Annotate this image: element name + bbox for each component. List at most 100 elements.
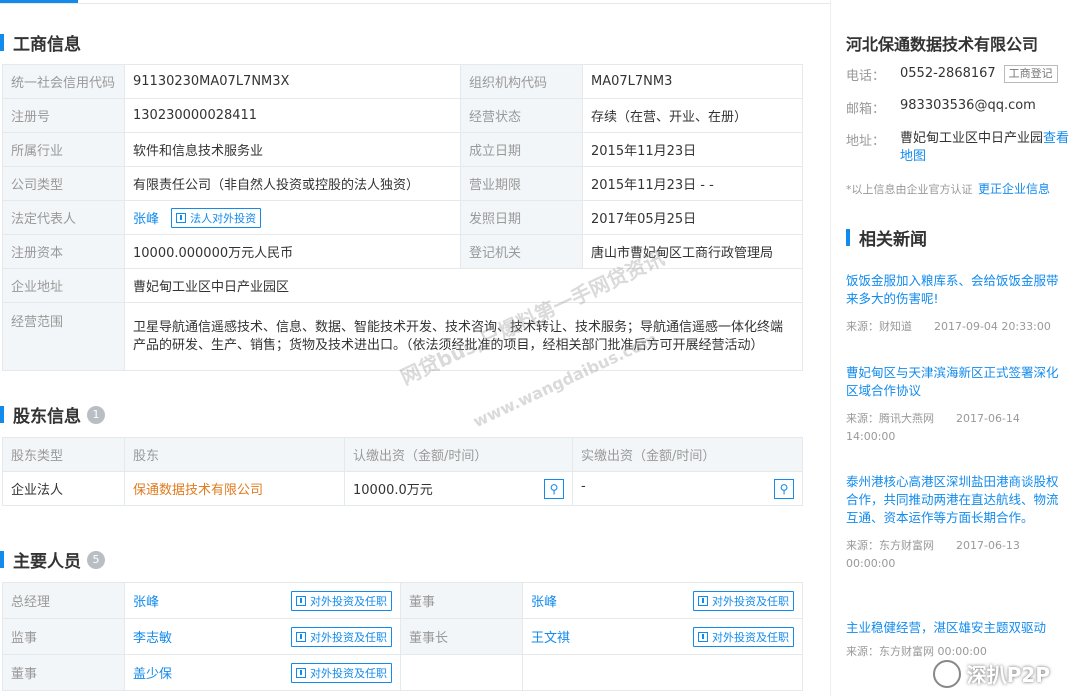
news-item: 曹妃甸区与天津滨海新区正式签署深化区域合作协议 来源：腾讯大燕网 2017-06…	[846, 364, 1061, 446]
shareholder-title: 股东信息 1	[0, 402, 105, 427]
company-sidebar: 河北保通数据技术有限公司 电话： 0552-2868167 工商登记 邮箱： 98…	[830, 0, 1080, 696]
capital-value: 10000.000000万元人民币	[124, 234, 461, 269]
invest-role-button[interactable]: 对外投资及任职	[291, 662, 392, 683]
credit-code-label: 统一社会信用代码	[2, 64, 125, 99]
phone-source-tag: 工商登记	[1003, 65, 1058, 83]
reg-no-label: 注册号	[2, 98, 125, 133]
table-row: 公司类型 有限责任公司（非自然人投资或控股的法人独资） 营业期限 2015年11…	[2, 166, 803, 201]
staff-name-link[interactable]: 张峰	[133, 595, 159, 610]
address-label: 企业地址	[2, 268, 125, 303]
scope-value: 卫星导航通信遥感技术、信息、数据、智能技术开发、技术咨询、技术转让、技术服务；导…	[124, 302, 803, 371]
shareholder-name-link[interactable]: 保通数据技术有限公司	[133, 483, 263, 498]
table-row: 企业法人 保通数据技术有限公司 10000.0万元 ⚲ - ⚲	[2, 471, 803, 506]
subscribed-cell: 10000.0万元 ⚲	[344, 471, 573, 506]
table-row: 统一社会信用代码 91130230MA07L7NM3X 组织机构代码 MA07L…	[2, 64, 803, 99]
news-title: 相关新闻	[846, 225, 927, 250]
biz-info-table: 统一社会信用代码 91130230MA07L7NM3X 组织机构代码 MA07L…	[2, 64, 803, 371]
credit-code-value: 91130230MA07L7NM3X	[124, 64, 461, 99]
news-meta: 来源：腾讯大燕网 2017-06-14 14:00:00	[846, 412, 1020, 443]
staff-name-link[interactable]: 李志敏	[133, 631, 172, 646]
shareholder-count-badge: 1	[87, 405, 105, 424]
org-code-label: 组织机构代码	[460, 64, 583, 99]
table-row: 所属行业 软件和信息技术服务业 成立日期 2015年11月23日	[2, 132, 803, 167]
phone-row: 电话： 0552-2868167 工商登记	[846, 65, 1071, 84]
news-link[interactable]: 饭饭金服加入粮库系、会给饭饭金服带来多大的伤害呢!	[846, 272, 1061, 308]
legal-rep-invest-button[interactable]: 法人对外投资	[171, 207, 262, 228]
search-icon[interactable]: ⚲	[544, 478, 564, 499]
staff-role: 总经理	[2, 582, 125, 619]
news-link[interactable]: 主业稳健经营，湛区雄安主题双驱动	[846, 619, 1061, 637]
empty-cell	[522, 654, 803, 691]
paid-cell: - ⚲	[572, 471, 803, 506]
address-value: 曹妃甸工业区中日产业园查看地图	[900, 131, 1070, 164]
table-row: 总经理 张峰 对外投资及任职 董事 张峰 对外投资及任职	[2, 582, 803, 619]
address-row: 地址： 曹妃甸工业区中日产业园查看地图	[846, 131, 1070, 164]
staff-table: 总经理 张峰 对外投资及任职 董事 张峰 对外投资及任职 监事 李志敏 对外投资及任职…	[2, 582, 803, 691]
col-header: 股东	[124, 437, 345, 472]
industry-label: 所属行业	[2, 132, 125, 167]
staff-count-badge: 5	[87, 550, 105, 569]
shareholder-name-cell: 保通数据技术有限公司	[124, 471, 345, 506]
staff-person-cell: 李志敏 对外投资及任职	[124, 618, 401, 655]
news-link[interactable]: 泰州港核心高港区深圳盐田港商谈股权合作，共同推动两港在直达航线、物流互通、资本运…	[846, 473, 1061, 527]
table-row: 监事 李志敏 对外投资及任职 董事长 王文祺 对外投资及任职	[2, 618, 803, 655]
news-link[interactable]: 曹妃甸区与天津滨海新区正式签署深化区域合作协议	[846, 364, 1061, 400]
invest-role-button[interactable]: 对外投资及任职	[291, 590, 392, 611]
industry-value: 软件和信息技术服务业	[124, 132, 461, 167]
staff-name-link[interactable]: 王文祺	[531, 631, 570, 646]
news-item: 主业稳健经营，湛区雄安主题双驱动 来源：东方财富网 00:00:00	[846, 619, 1061, 661]
email-row: 邮箱： 983303536@qq.com	[846, 98, 1036, 117]
staff-role: 董事	[2, 654, 125, 691]
staff-person-cell: 张峰 对外投资及任职	[124, 582, 401, 619]
reg-no-value: 130230000028411	[124, 98, 461, 133]
title-bar	[0, 406, 4, 423]
status-label: 经营状态	[460, 98, 583, 133]
search-icon[interactable]: ⚲	[774, 478, 794, 499]
staff-name-link[interactable]: 张峰	[531, 595, 557, 610]
title-bar	[0, 551, 4, 568]
table-row: 注册号 130230000028411 经营状态 存续（在营、开业、在册）	[2, 98, 803, 133]
table-row: 注册资本 10000.000000万元人民币 登记机关 唐山市曹妃甸区工商行政管…	[2, 234, 803, 269]
license-date-label: 发照日期	[460, 200, 583, 235]
news-meta: 来源：财知道 2017-09-04 20:33:00	[846, 320, 1051, 333]
wechat-icon	[932, 659, 961, 688]
invest-icon	[296, 667, 306, 678]
staff-role: 董事长	[400, 618, 523, 655]
email-link[interactable]: 983303536@qq.com	[900, 98, 1036, 113]
address-value: 曹妃甸工业区中日产业园区	[124, 268, 803, 303]
invest-icon	[698, 631, 708, 642]
scope-label: 经营范围	[2, 302, 125, 371]
news-item: 泰州港核心高港区深圳盐田港商谈股权合作，共同推动两港在直达航线、物流互通、资本运…	[846, 473, 1061, 573]
legal-rep-link[interactable]: 张峰	[133, 212, 159, 227]
table-row: 企业地址 曹妃甸工业区中日产业园区	[2, 268, 803, 303]
authority-label: 登记机关	[460, 234, 583, 269]
verify-note: *以上信息由企业官方认证 更正企业信息	[846, 182, 1051, 196]
org-code-value: MA07L7NM3	[582, 64, 803, 99]
biz-info-title: 工商信息	[0, 30, 81, 55]
invest-icon	[176, 212, 187, 223]
company-type-value: 有限责任公司（非自然人投资或控股的法人独资）	[124, 166, 461, 201]
term-label: 营业期限	[460, 166, 583, 201]
authority-value: 唐山市曹妃甸区工商行政管理局	[582, 234, 803, 269]
main-panel: 工商信息 统一社会信用代码 91130230MA07L7NM3X 组织机构代码 …	[0, 4, 830, 696]
invest-role-button[interactable]: 对外投资及任职	[693, 626, 794, 647]
empty-cell	[400, 654, 523, 691]
legal-rep-label: 法定代表人	[2, 200, 125, 235]
staff-title: 主要人员 5	[0, 547, 105, 572]
invest-role-button[interactable]: 对外投资及任职	[291, 626, 392, 647]
title-bar	[0, 34, 4, 51]
invest-icon	[698, 595, 708, 606]
invest-icon	[296, 631, 306, 642]
phone-value: 0552-2868167 工商登记	[900, 65, 1058, 83]
staff-person-cell: 张峰 对外投资及任职	[522, 582, 803, 619]
company-type-label: 公司类型	[2, 166, 125, 201]
invest-role-button[interactable]: 对外投资及任职	[693, 590, 794, 611]
col-header: 实缴出资（金额/时间）	[572, 437, 803, 472]
correct-info-link[interactable]: 更正企业信息	[978, 182, 1050, 196]
table-row: 股东类型 股东 认缴出资（金额/时间） 实缴出资（金额/时间）	[2, 437, 803, 472]
term-value: 2015年11月23日 - -	[582, 166, 803, 201]
staff-role: 监事	[2, 618, 125, 655]
table-row: 法定代表人 张峰 法人对外投资 发照日期 2017年05月25日	[2, 200, 803, 235]
col-header: 认缴出资（金额/时间）	[344, 437, 573, 472]
staff-name-link[interactable]: 盖少保	[133, 667, 172, 682]
